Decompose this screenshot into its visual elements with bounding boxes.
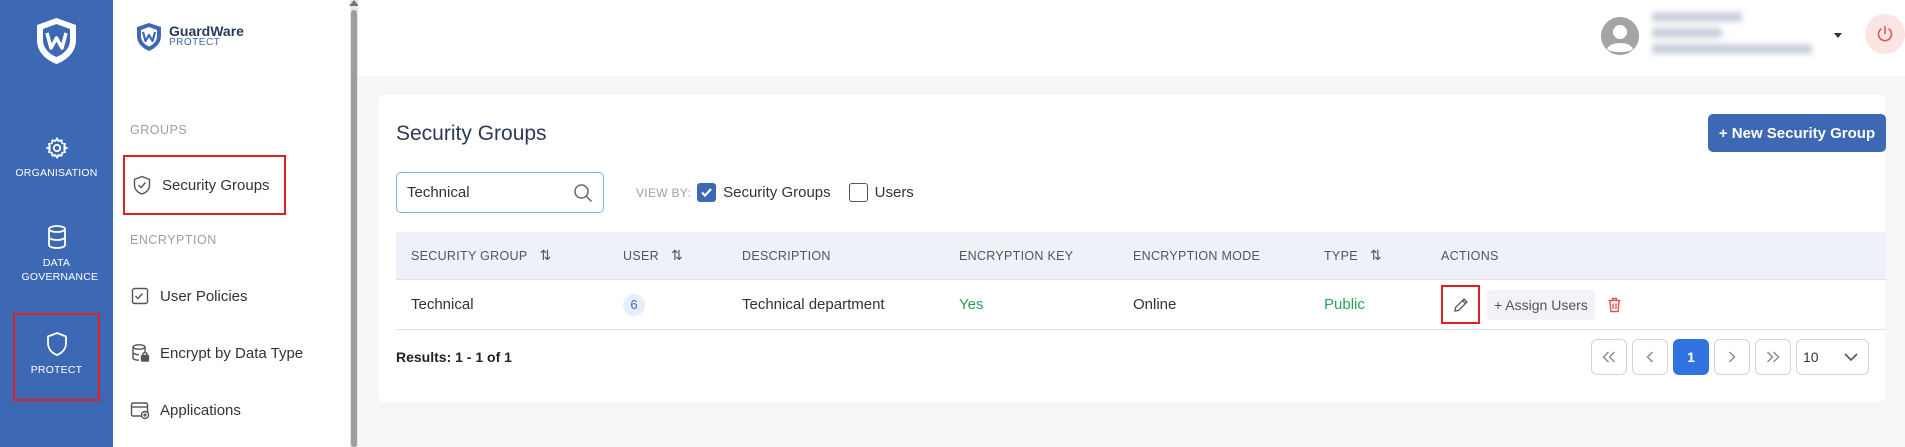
header-user[interactable]: USER ⇅ (623, 247, 683, 264)
security-groups-table: SECURITY GROUP ⇅ USER ⇅ DESCRIPTION ENCR… (396, 232, 1886, 330)
view-by-label: VIEW BY: (636, 185, 692, 200)
table-row[interactable]: Technical 6 Technical department Yes Onl… (396, 280, 1886, 330)
chevron-left-icon (1646, 351, 1653, 363)
view-by-option-label: Security Groups (723, 184, 831, 201)
logout-button[interactable] (1865, 14, 1905, 54)
security-groups-card: Security Groups + New Security Group VIE… (378, 95, 1886, 402)
sidebar-item-label: User Policies (160, 287, 248, 305)
avatar[interactable] (1601, 17, 1639, 55)
next-page-button[interactable] (1714, 339, 1750, 375)
header-encryption-key: ENCRYPTION KEY (959, 249, 1073, 263)
rail-label-protect: PROTECT (30, 364, 83, 376)
header-label: TYPE (1324, 248, 1358, 263)
secondary-sidebar: GuardWare PROTECT GROUPS Security Groups… (113, 0, 350, 447)
guardware-logo-icon[interactable] (34, 16, 79, 66)
power-icon (1877, 25, 1893, 42)
assign-users-button[interactable]: + Assign Users (1487, 289, 1595, 320)
cell-security-group: Technical (411, 296, 474, 313)
view-by-option-label: Users (874, 184, 914, 201)
rail-item-organisation[interactable]: ORGANISATION (0, 136, 113, 180)
header-label: SECURITY GROUP (411, 248, 528, 263)
checkbox-unchecked[interactable] (848, 183, 868, 202)
pagination: 1 10 (1591, 339, 1869, 375)
last-page-button[interactable] (1755, 339, 1791, 375)
cell-type: Public (1324, 296, 1365, 313)
sidebar-item-label: Encrypt by Data Type (160, 344, 304, 362)
header-actions: ACTIONS (1441, 249, 1499, 263)
sidebar-item-label: Security Groups (162, 176, 270, 194)
search-icon[interactable] (573, 183, 593, 203)
sidebar-item-user-policies[interactable]: User Policies (130, 286, 248, 306)
header-description: DESCRIPTION (742, 249, 831, 263)
header-type[interactable]: TYPE ⇅ (1324, 247, 1382, 264)
cell-actions: + Assign Users (1441, 285, 1622, 324)
view-by-filter: VIEW BY: Security Groups Users (636, 183, 932, 202)
page-size-select[interactable]: 10 (1796, 339, 1869, 375)
double-chevron-right-icon (1767, 351, 1780, 363)
checklist-icon (131, 287, 149, 305)
user-avatar-icon (1601, 17, 1639, 55)
checkbox-checked[interactable] (697, 183, 717, 202)
results-count: Results: 1 - 1 of 1 (396, 349, 512, 365)
header-security-group[interactable]: SECURITY GROUP ⇅ (411, 247, 552, 264)
sort-icon[interactable]: ⇅ (1370, 247, 1382, 264)
search-box[interactable] (396, 172, 604, 213)
app-window-icon (130, 402, 150, 420)
view-by-security-groups[interactable]: Security Groups (697, 183, 831, 202)
search-input[interactable] (407, 184, 567, 201)
header-label: ENCRYPTION MODE (1133, 248, 1261, 263)
rail-label-data-governance: DATA GOVERNANCE (21, 257, 99, 283)
sidebar-item-applications[interactable]: Applications (130, 400, 241, 420)
header-encryption-mode: ENCRYPTION MODE (1133, 249, 1260, 263)
page-button-current[interactable]: 1 (1673, 339, 1709, 375)
view-by-users[interactable]: Users (848, 183, 914, 202)
header-label: ENCRYPTION KEY (959, 248, 1074, 263)
pencil-icon (1453, 297, 1468, 312)
guardware-logo-icon (137, 23, 161, 51)
shield-icon (46, 332, 67, 356)
trash-icon (1608, 297, 1621, 312)
page-size-value: 10 (1803, 349, 1819, 365)
rail-item-data-governance[interactable]: DATA GOVERNANCE (0, 224, 113, 284)
rail-label-organisation: ORGANISATION (15, 167, 98, 179)
sort-icon[interactable]: ⇅ (671, 247, 683, 264)
cell-description: Technical department (742, 296, 885, 313)
caret-down-icon[interactable] (1834, 33, 1842, 38)
brand-name: GuardWare (169, 23, 244, 39)
section-groups: GROUPS (130, 123, 188, 137)
gear-icon (44, 136, 69, 160)
cell-encryption-mode: Online (1133, 296, 1177, 313)
shield-check-icon (133, 175, 151, 195)
header-label: DESCRIPTION (742, 248, 831, 263)
brand-logo[interactable]: GuardWare PROTECT (135, 22, 244, 52)
chevron-down-icon (1844, 353, 1858, 361)
delete-button[interactable] (1607, 297, 1622, 313)
sidebar-scroll-thumb[interactable] (351, 10, 357, 447)
chevron-right-icon (1729, 351, 1736, 363)
sidebar-item-security-groups[interactable]: Security Groups (123, 155, 286, 215)
rail-item-protect[interactable]: PROTECT (13, 313, 100, 401)
header-label: USER (623, 248, 659, 263)
cell-encryption-key: Yes (959, 296, 984, 313)
sidebar-item-label: Applications (160, 401, 241, 419)
sidebar-item-encrypt-by-data-type[interactable]: Encrypt by Data Type (130, 343, 303, 363)
double-chevron-left-icon (1602, 351, 1615, 363)
cell-user: 6 (623, 293, 645, 316)
checkmark-icon (701, 188, 712, 198)
user-count-badge[interactable]: 6 (623, 293, 645, 316)
first-page-button[interactable] (1591, 339, 1627, 375)
sort-icon[interactable]: ⇅ (540, 247, 552, 264)
user-info-blurred[interactable] (1652, 12, 1812, 60)
icon-rail: ORGANISATION DATA GOVERNANCE PROTECT (0, 0, 113, 447)
section-encryption: ENCRYPTION (130, 233, 217, 247)
edit-button[interactable] (1441, 285, 1480, 324)
database-icon (47, 225, 66, 249)
database-lock-icon (132, 344, 150, 362)
table-header: SECURITY GROUP ⇅ USER ⇅ DESCRIPTION ENCR… (396, 232, 1886, 280)
prev-page-button[interactable] (1632, 339, 1668, 375)
new-security-group-button[interactable]: + New Security Group (1708, 114, 1886, 152)
header-label: ACTIONS (1441, 248, 1499, 263)
page-title: Security Groups (396, 122, 547, 145)
